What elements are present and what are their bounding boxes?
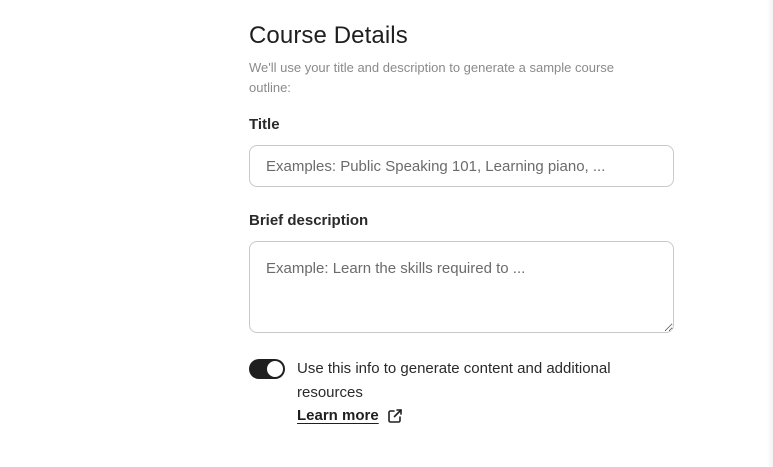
form-description: We'll use your title and description to … [249, 60, 614, 95]
generate-content-toggle[interactable] [249, 359, 285, 379]
title-input[interactable] [249, 145, 674, 187]
description-label: Brief description [249, 212, 369, 229]
learn-more-label: Learn more [297, 407, 379, 424]
title-label: Title [249, 116, 280, 133]
course-details-form: Course Details We'll use your title and … [249, 20, 674, 437]
page-title: Course Details [249, 22, 408, 49]
toggle-label: Use this info to generate content and ad… [297, 360, 611, 401]
description-textarea[interactable] [249, 241, 674, 333]
generate-content-toggle-row: Use this info to generate content and ad… [249, 357, 674, 437]
external-link-icon [387, 408, 402, 423]
page: Course Details We'll use your title and … [0, 0, 773, 467]
learn-more-link[interactable]: Learn more [297, 407, 403, 424]
scrollbar-edge [767, 0, 773, 467]
toggle-knob [267, 361, 283, 377]
